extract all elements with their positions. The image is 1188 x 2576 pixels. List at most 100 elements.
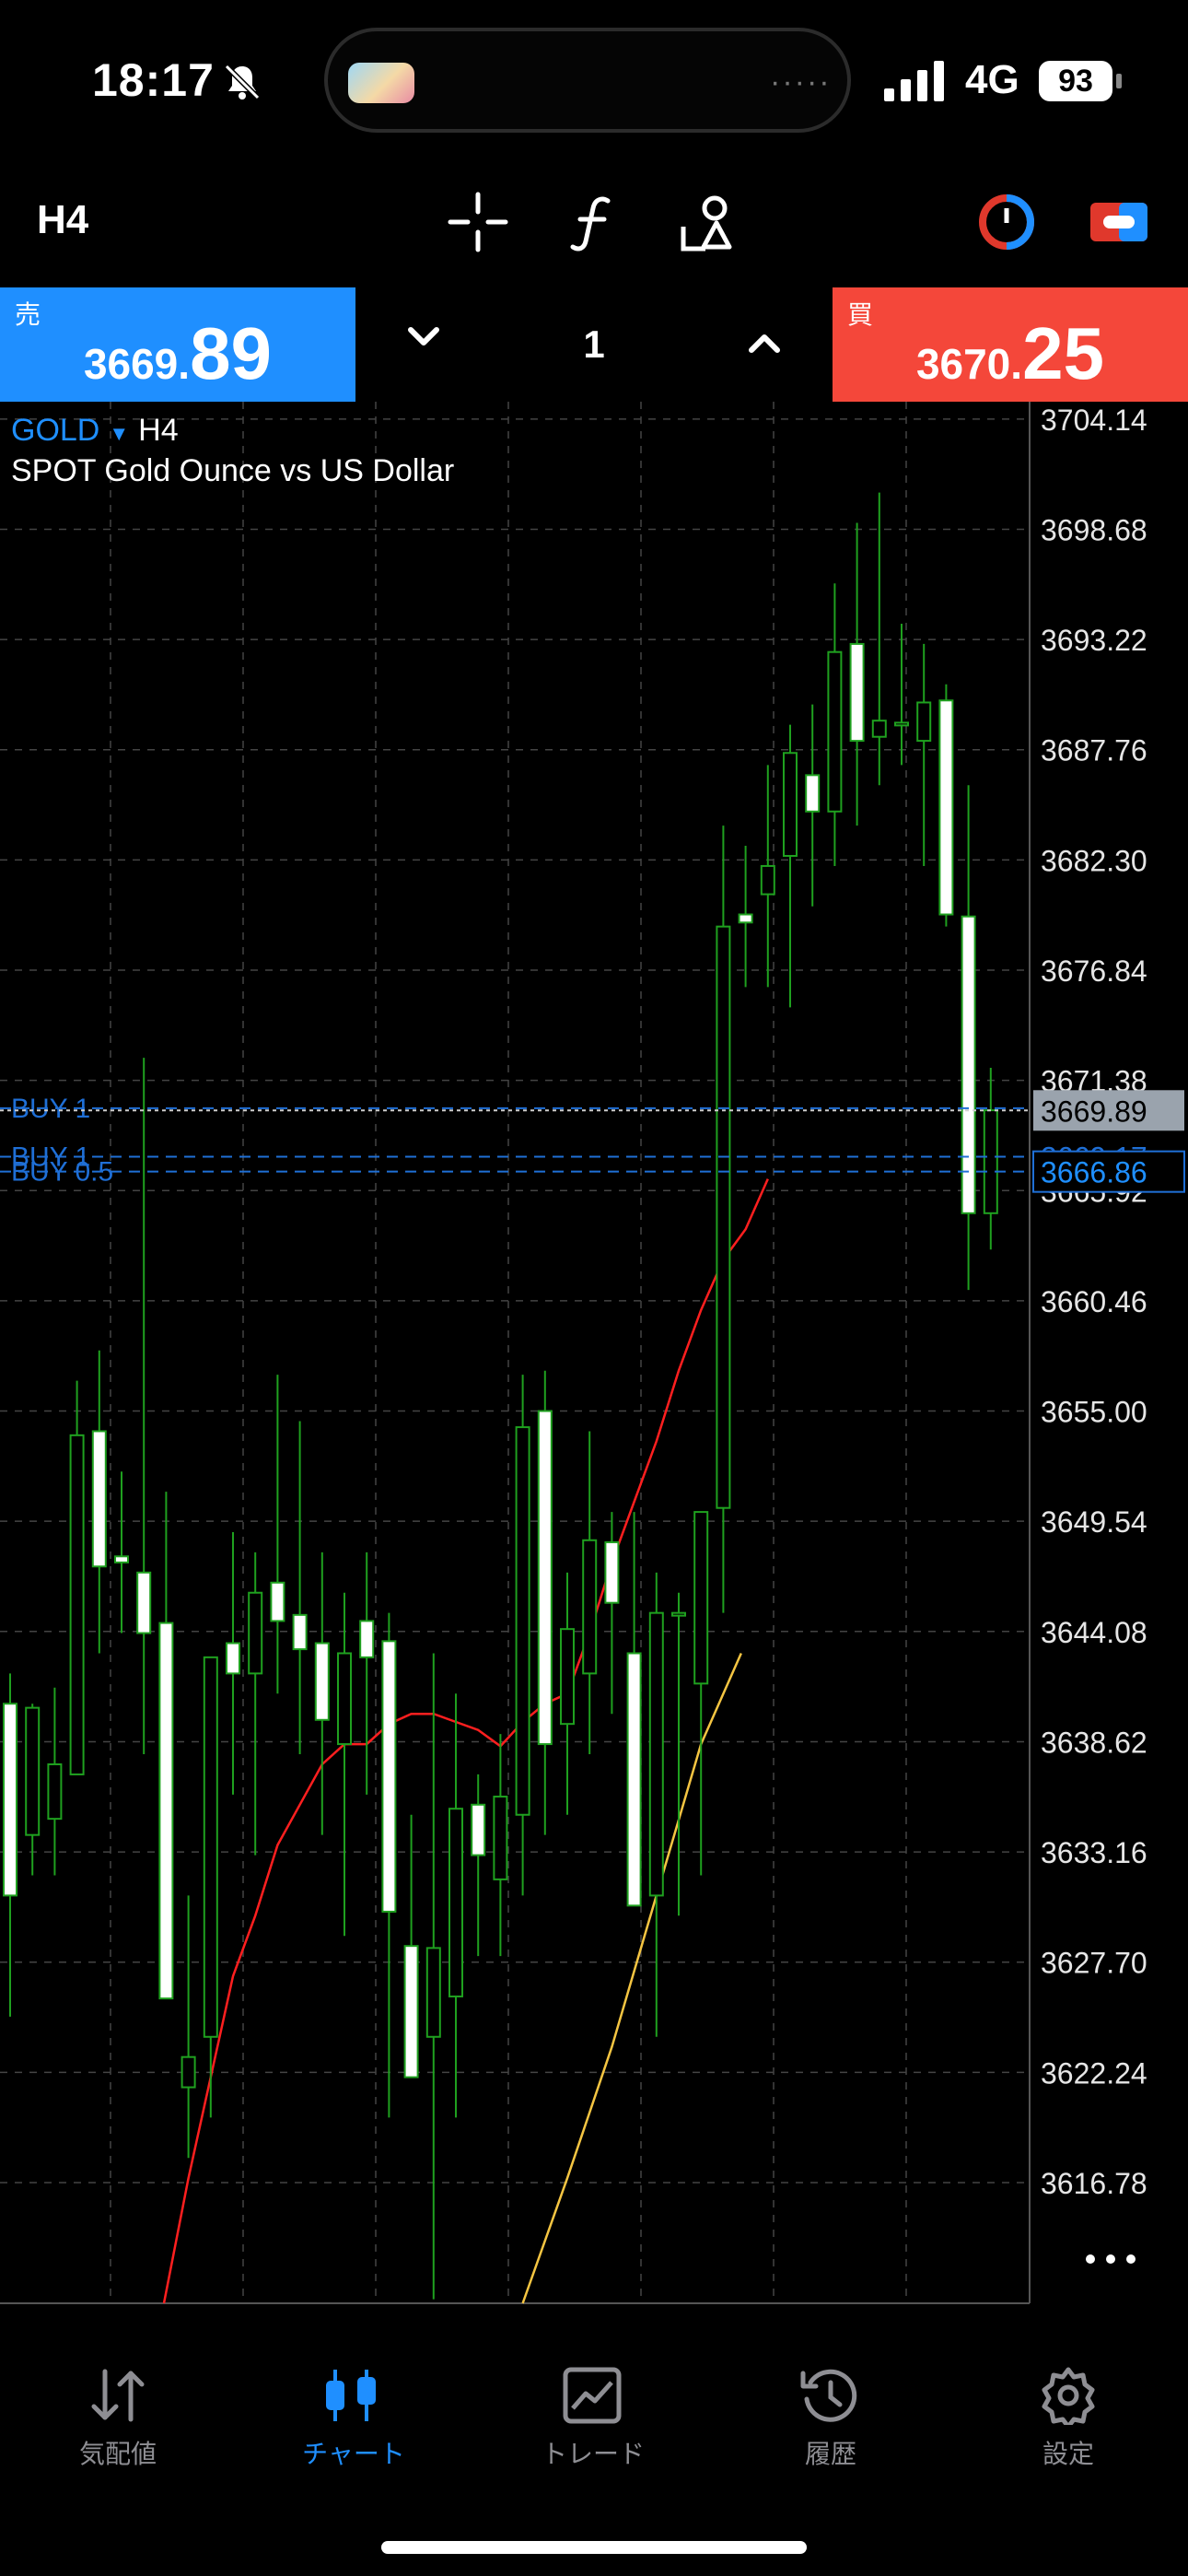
y-tick-label: 3676.84: [1041, 954, 1147, 988]
network-type: 4G: [965, 57, 1019, 102]
buy-price: 3670.25: [833, 311, 1188, 396]
y-tick-label: 3627.70: [1041, 1947, 1147, 1980]
y-tick-label: 3638.62: [1041, 1726, 1147, 1759]
candle-body: [25, 1706, 41, 1836]
sell-price: 3669.89: [0, 311, 355, 396]
y-tick-label: 3633.16: [1041, 1836, 1147, 1869]
candle-body: [693, 1511, 709, 1685]
candle-body: [560, 1628, 575, 1726]
candle-body: [783, 752, 798, 857]
candle-body: [381, 1640, 397, 1913]
candle-body: [671, 1611, 686, 1617]
timeframe-button[interactable]: H4: [37, 197, 88, 243]
nav-quotes-label: 気配値: [78, 2440, 157, 2468]
y-tick-label: 3660.46: [1041, 1285, 1147, 1318]
candle-body: [716, 925, 731, 1509]
nav-quotes[interactable]: 気配値: [7, 2366, 228, 2471]
trade-graph-icon: [563, 2367, 622, 2424]
candle-body: [961, 915, 976, 1214]
quotes-arrows-icon: [91, 2369, 145, 2422]
settings-gear-icon: [1042, 2367, 1095, 2425]
chart-candles-icon: [326, 2370, 376, 2421]
y-tick-label: 3649.54: [1041, 1505, 1147, 1539]
candle-body: [648, 1611, 664, 1897]
battery-icon: 93: [1039, 61, 1112, 101]
candle-body: [248, 1591, 263, 1675]
candle-body: [181, 2055, 196, 2089]
candle-body: [314, 1642, 330, 1721]
candle-body: [425, 1947, 441, 2038]
lot-decrease-chevron-down-icon[interactable]: [405, 324, 442, 350]
nav-chart[interactable]: チャート: [243, 2366, 464, 2471]
candle-body: [537, 1410, 553, 1746]
sell-price-pips: 89: [190, 312, 273, 394]
candle-body: [47, 1762, 63, 1821]
candle-body: [292, 1613, 308, 1651]
candle-body: [582, 1539, 598, 1675]
sell-button[interactable]: 売 3669.89: [0, 287, 355, 402]
nav-history-label: 履歴: [804, 2440, 856, 2468]
chart-symbol-line[interactable]: GOLD ▼ H4: [11, 413, 179, 449]
nav-chart-label: チャート: [302, 2440, 405, 2468]
one-click-trading-icon[interactable]: [1087, 190, 1151, 254]
nav-settings-label: 設定: [1042, 2440, 1094, 2468]
signal-icon: [884, 61, 944, 101]
candle-body: [158, 1622, 174, 2000]
status-time: 18:17: [92, 54, 215, 106]
candle-body: [916, 701, 932, 743]
candle-body: [849, 642, 865, 743]
candle-body: [760, 864, 775, 896]
candle-body: [226, 1642, 240, 1675]
candle-body: [493, 1796, 508, 1880]
candle-body: [738, 913, 753, 924]
candle-body: [938, 699, 954, 916]
candle-body: [203, 1656, 218, 2038]
candle-body: [604, 1540, 620, 1604]
island-activity-dots: ·····: [770, 64, 832, 100]
symbol-dropdown-icon[interactable]: ▼: [109, 422, 129, 445]
objects-icon[interactable]: [676, 190, 740, 254]
symbol-description: SPOT Gold Ounce vs US Dollar: [11, 453, 455, 488]
ellipsis-icon[interactable]: [1083, 2248, 1138, 2270]
candle-body: [626, 1652, 642, 1907]
candle-body: [827, 650, 843, 813]
y-tick-label: 3704.14: [1041, 404, 1147, 437]
candle-body: [114, 1555, 129, 1563]
clock-icon[interactable]: [974, 190, 1039, 254]
candle-body: [983, 1109, 998, 1214]
chart-timeframe: H4: [138, 413, 179, 448]
y-tick-label: 3644.08: [1041, 1616, 1147, 1649]
y-tick-label: 3622.24: [1041, 2056, 1147, 2090]
battery-tip: [1116, 74, 1122, 88]
lot-increase-chevron-up-icon[interactable]: [746, 330, 783, 356]
nav-trade[interactable]: トレード: [483, 2366, 704, 2471]
candle-body: [515, 1426, 530, 1816]
nav-history[interactable]: 履歴: [720, 2366, 941, 2471]
buy-button[interactable]: 買 3670.25: [833, 287, 1188, 402]
candle-body: [403, 1945, 419, 2078]
symbol-name[interactable]: GOLD: [11, 413, 99, 448]
candle-body: [894, 721, 909, 727]
buy-price-pips: 25: [1022, 312, 1105, 394]
now-playing-thumbnail: [348, 63, 414, 103]
nav-settings[interactable]: 設定: [958, 2366, 1179, 2471]
price-chart[interactable]: BUY 1BUY 1BUY 0.5 3704.143698.683693.223…: [0, 402, 1188, 2318]
candle-body: [270, 1581, 285, 1622]
home-indicator[interactable]: [381, 2541, 807, 2554]
sell-price-integer: 3669.: [83, 340, 191, 388]
buy-price-integer: 3670.: [915, 340, 1023, 388]
y-tick-label: 3693.22: [1041, 624, 1147, 657]
candle-body: [136, 1571, 152, 1634]
crosshair-icon[interactable]: [446, 190, 510, 254]
position-label: BUY 0.5: [11, 1157, 113, 1188]
nav-trade-label: トレード: [541, 2440, 645, 2468]
history-icon: [800, 2369, 857, 2422]
candle-body: [359, 1620, 375, 1658]
y-tick-label: 3682.30: [1041, 844, 1147, 877]
candle-body: [448, 1808, 463, 1997]
bid-price-label: 3669.89: [1041, 1095, 1147, 1128]
lot-size-value[interactable]: 1: [571, 322, 617, 367]
y-tick-label: 3687.76: [1041, 734, 1147, 767]
position-label: BUY 1: [11, 1094, 90, 1124]
indicator-f-icon[interactable]: [562, 190, 626, 254]
